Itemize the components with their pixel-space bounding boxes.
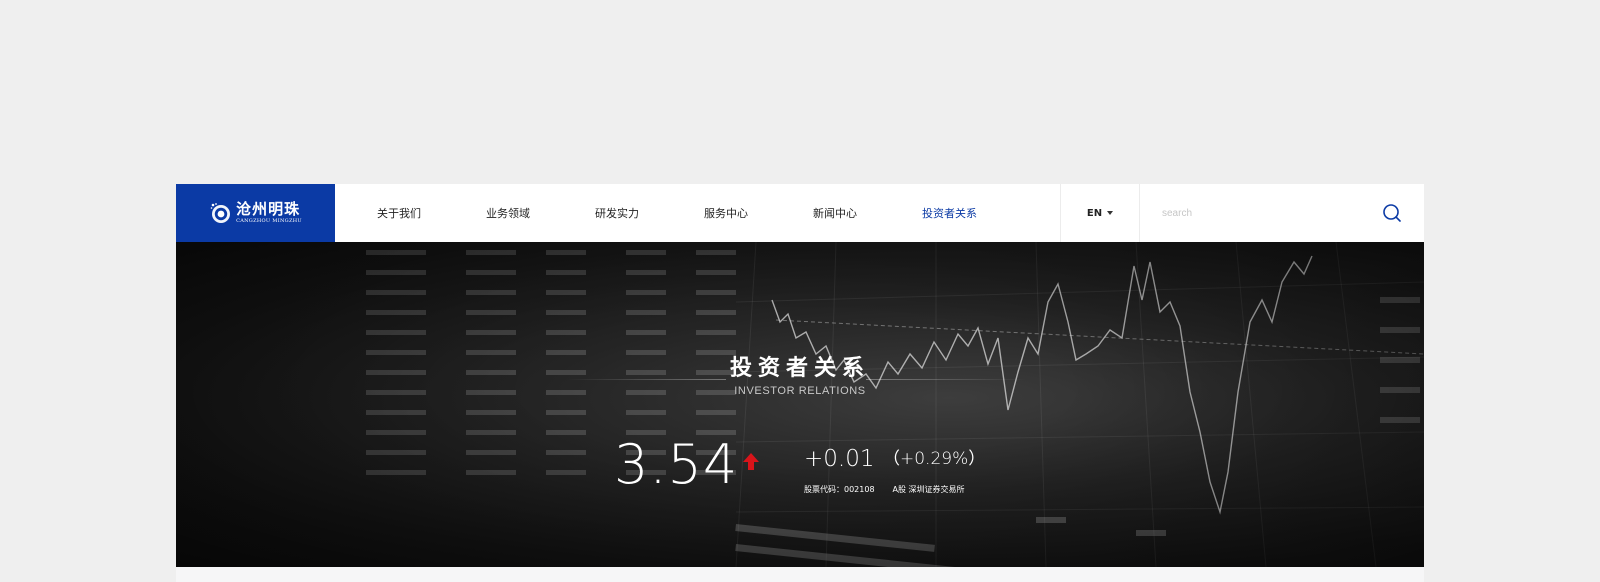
logo-text: 沧州明珠 CANGZHOU MINGZHU [236, 202, 302, 224]
stock-code: 股票代码：002108 [804, 485, 875, 494]
stock-price: 3.54 [614, 433, 739, 496]
stock-market: A股 深圳证券交易所 [892, 485, 965, 494]
up-arrow-icon [743, 453, 759, 470]
nav-item-about[interactable]: 关于我们 [377, 205, 486, 221]
logo-cn: 沧州明珠 [236, 200, 301, 218]
stock-info: 股票代码：002108 A股 深圳证券交易所 [804, 484, 965, 495]
nav-item-service[interactable]: 服务中心 [704, 205, 813, 221]
logo-en: CANGZHOU MINGZHU [236, 218, 302, 224]
hero-banner: 投资者关系 INVESTOR RELATIONS 3.54 +0.01 （+0.… [176, 242, 1424, 567]
site-container: 沧州明珠 CANGZHOU MINGZHU 关于我们 业务领域 研发实力 服务中… [176, 184, 1424, 567]
caret-down-icon [1107, 211, 1114, 215]
banner-title-en: INVESTOR RELATIONS [734, 385, 866, 397]
nav-item-rnd[interactable]: 研发实力 [595, 205, 704, 221]
search-box [1140, 184, 1424, 242]
content-area-top [176, 567, 1424, 582]
nav-item-business[interactable]: 业务领域 [486, 205, 595, 221]
search-input[interactable] [1160, 206, 1382, 220]
banner-title: 投资者关系 INVESTOR RELATIONS [176, 350, 1424, 397]
header: 沧州明珠 CANGZHOU MINGZHU 关于我们 业务领域 研发实力 服务中… [176, 184, 1424, 242]
language-switcher[interactable]: EN [1060, 184, 1140, 242]
nav-item-investor-relations[interactable]: 投资者关系 [922, 205, 1031, 221]
price-change: +0.01 [804, 446, 875, 472]
price-change-percent: （+0.29%） [883, 449, 986, 469]
pearl-logo-icon [210, 203, 231, 223]
logo[interactable]: 沧州明珠 CANGZHOU MINGZHU [176, 184, 335, 242]
language-label: EN [1086, 207, 1103, 219]
banner-vignette [176, 242, 1424, 567]
main-nav: 关于我们 业务领域 研发实力 服务中心 新闻中心 投资者关系 [335, 184, 1060, 242]
search-icon[interactable] [1382, 203, 1402, 223]
banner-title-cn: 投资者关系 [729, 356, 870, 381]
nav-item-news[interactable]: 新闻中心 [813, 205, 922, 221]
